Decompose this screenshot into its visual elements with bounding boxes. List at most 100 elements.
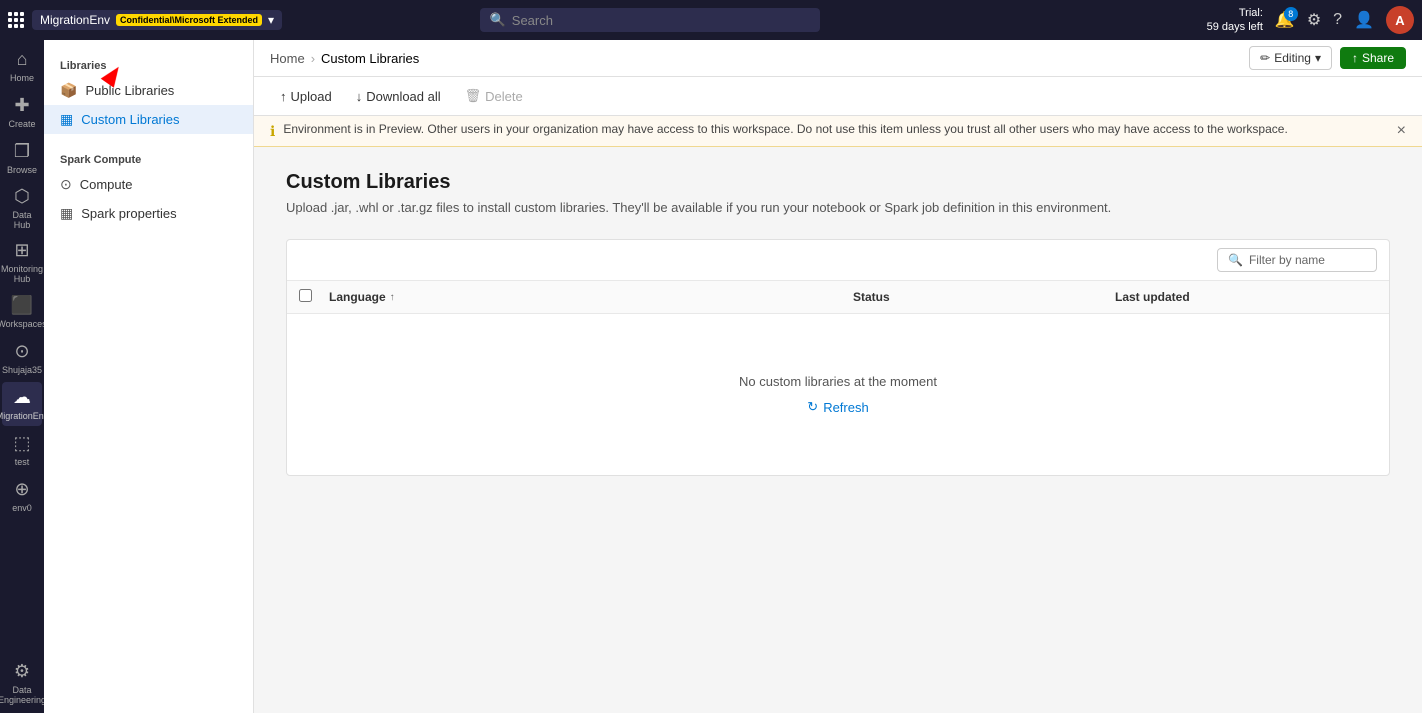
settings-button[interactable]: ⚙ xyxy=(1307,10,1321,30)
sensitivity-badge: Confidential\Microsoft Extended xyxy=(116,14,262,26)
warning-close-button[interactable]: × xyxy=(1397,122,1406,140)
sidebar: Libraries 📦 Public Libraries ▦ Custom Li… xyxy=(44,40,254,713)
nav-home-label: Home xyxy=(10,73,34,83)
toolbar-right: ✏ Editing ▾ ↑ Share xyxy=(1249,46,1406,70)
editing-label: Editing xyxy=(1274,51,1311,65)
top-nav-right: Trial: 59 days left 🔔 8 ⚙ ? 👤 A xyxy=(1207,6,1414,35)
empty-message: No custom libraries at the moment xyxy=(739,374,937,389)
nav-shujaja-label: Shujaja35 xyxy=(2,365,42,375)
download-all-label: Download all xyxy=(366,89,440,104)
breadcrumb: Home › Custom Libraries xyxy=(270,51,419,66)
libraries-table: 🔍 Filter by name Language ↑ Status Last … xyxy=(286,239,1390,476)
upload-icon: ↑ xyxy=(280,89,287,104)
search-bar[interactable]: 🔍 xyxy=(480,8,820,32)
refresh-label: Refresh xyxy=(823,400,869,415)
browse-icon: ❐ xyxy=(14,141,30,162)
warning-banner: ℹ Environment is in Preview. Other users… xyxy=(254,116,1422,147)
sidebar-item-shujaja35[interactable]: ⊙ Shujaja35 xyxy=(2,336,42,380)
sidebar-item-test[interactable]: ⬚ test xyxy=(2,428,42,472)
breadcrumb-home[interactable]: Home xyxy=(270,51,305,66)
table-toolbar: 🔍 Filter by name xyxy=(287,240,1389,281)
download-icon: ↓ xyxy=(356,89,363,104)
delete-button[interactable]: 🗑 Delete xyxy=(455,83,533,109)
breadcrumb-current: Custom Libraries xyxy=(321,51,419,66)
avatar[interactable]: A xyxy=(1386,6,1414,34)
sidebar-item-public-libraries[interactable]: 📦 Public Libraries xyxy=(44,76,253,105)
sidebar-item-workspaces[interactable]: ⬛ Workspaces xyxy=(2,290,42,334)
env0-icon: ⊕ xyxy=(14,479,29,500)
custom-lib-icon: ▦ xyxy=(60,111,73,128)
search-icon: 🔍 xyxy=(490,12,506,28)
sidebar-item-compute[interactable]: ⊙ Compute xyxy=(44,170,253,199)
nav-migration-label: MigrationEnv xyxy=(0,411,44,421)
delete-label: Delete xyxy=(485,89,523,104)
checkbox-select-all[interactable] xyxy=(299,289,312,302)
delete-icon: 🗑 xyxy=(465,88,482,104)
refresh-button[interactable]: ↻ Refresh xyxy=(807,399,868,415)
waffle-icon xyxy=(8,12,24,28)
share-icon: ↑ xyxy=(1352,51,1358,65)
nav-env0-label: env0 xyxy=(12,503,32,513)
editing-chevron: ▾ xyxy=(1315,51,1321,65)
filter-input[interactable]: 🔍 Filter by name xyxy=(1217,248,1377,272)
sidebar-item-data-engineering[interactable]: ⚙ Data Engineering xyxy=(2,657,42,709)
app-layout: ⌂ Home ✚ Create ❐ Browse ⬡ Data Hub ⊞ Mo… xyxy=(0,40,1422,713)
public-lib-label: Public Libraries xyxy=(85,83,174,98)
page-title: Custom Libraries xyxy=(286,171,1390,194)
notifications-button[interactable]: 🔔 8 xyxy=(1275,10,1295,30)
column-header-status: Status xyxy=(853,290,1115,304)
sidebar-item-monitoring[interactable]: ⊞ Monitoring Hub xyxy=(2,236,42,288)
sidebar-item-browse[interactable]: ❐ Browse xyxy=(2,136,42,180)
sidebar-item-env0[interactable]: ⊕ env0 xyxy=(2,474,42,518)
test-icon: ⬚ xyxy=(13,433,30,454)
waffle-menu[interactable] xyxy=(8,12,24,28)
search-input[interactable] xyxy=(512,13,810,28)
account-button[interactable]: 👤 xyxy=(1354,10,1374,30)
nav-de-label: Data Engineering xyxy=(0,685,44,705)
nav-test-label: test xyxy=(15,457,30,467)
warning-text: Environment is in Preview. Other users i… xyxy=(283,122,1287,136)
page-body: Custom Libraries Upload .jar, .whl or .t… xyxy=(254,147,1422,713)
filter-icon: 🔍 xyxy=(1228,253,1243,267)
table-empty-state: No custom libraries at the moment ↻ Refr… xyxy=(287,314,1389,475)
sidebar-item-migrationenv[interactable]: ☁ MigrationEnv xyxy=(2,382,42,426)
spark-section-title: Spark Compute xyxy=(44,146,253,170)
nav-workspaces-label: Workspaces xyxy=(0,319,44,329)
editing-button[interactable]: ✏ Editing ▾ xyxy=(1249,46,1332,70)
create-icon: ✚ xyxy=(14,95,29,116)
upload-button[interactable]: ↑ Upload xyxy=(270,84,342,109)
sidebar-item-datahub[interactable]: ⬡ Data Hub xyxy=(2,182,42,234)
action-bar: ↑ Upload ↓ Download all 🗑 Delete xyxy=(254,77,1422,116)
sidebar-item-home[interactable]: ⌂ Home xyxy=(2,44,42,88)
workspaces-icon: ⬛ xyxy=(11,295,33,316)
nav-browse-label: Browse xyxy=(7,165,37,175)
public-lib-icon: 📦 xyxy=(60,82,77,99)
sidebar-item-spark-properties[interactable]: ▦ Spark properties xyxy=(44,199,253,228)
help-button[interactable]: ? xyxy=(1333,11,1342,29)
chevron-down-icon: ▾ xyxy=(268,13,274,27)
upload-label: Upload xyxy=(291,89,332,104)
share-button[interactable]: ↑ Share xyxy=(1340,47,1406,69)
column-header-language: Language ↑ xyxy=(329,290,853,304)
share-label: Share xyxy=(1362,51,1394,65)
nav-datahub-label: Data Hub xyxy=(4,210,40,230)
page-subtitle: Upload .jar, .whl or .tar.gz files to in… xyxy=(286,200,1390,215)
sidebar-item-create[interactable]: ✚ Create xyxy=(2,90,42,134)
sort-icon[interactable]: ↑ xyxy=(390,292,395,303)
spark-props-label: Spark properties xyxy=(81,206,176,221)
download-all-button[interactable]: ↓ Download all xyxy=(346,84,451,109)
nav-monitoring-label: Monitoring Hub xyxy=(1,264,43,284)
env-name: MigrationEnv xyxy=(40,13,110,27)
env-switcher[interactable]: MigrationEnv Confidential\Microsoft Exte… xyxy=(32,10,282,30)
notif-count: 8 xyxy=(1284,7,1298,21)
select-all-checkbox[interactable] xyxy=(299,289,329,305)
shujaja-icon: ⊙ xyxy=(14,341,29,362)
migrationenv-icon: ☁ xyxy=(13,387,31,408)
custom-lib-label: Custom Libraries xyxy=(81,112,179,127)
sidebar-item-custom-libraries[interactable]: ▦ Custom Libraries xyxy=(44,105,253,134)
pencil-icon: ✏ xyxy=(1260,51,1270,65)
warning-icon: ℹ xyxy=(270,123,275,140)
monitoring-icon: ⊞ xyxy=(14,240,29,261)
filter-placeholder: Filter by name xyxy=(1249,253,1325,267)
spark-props-icon: ▦ xyxy=(60,205,73,222)
